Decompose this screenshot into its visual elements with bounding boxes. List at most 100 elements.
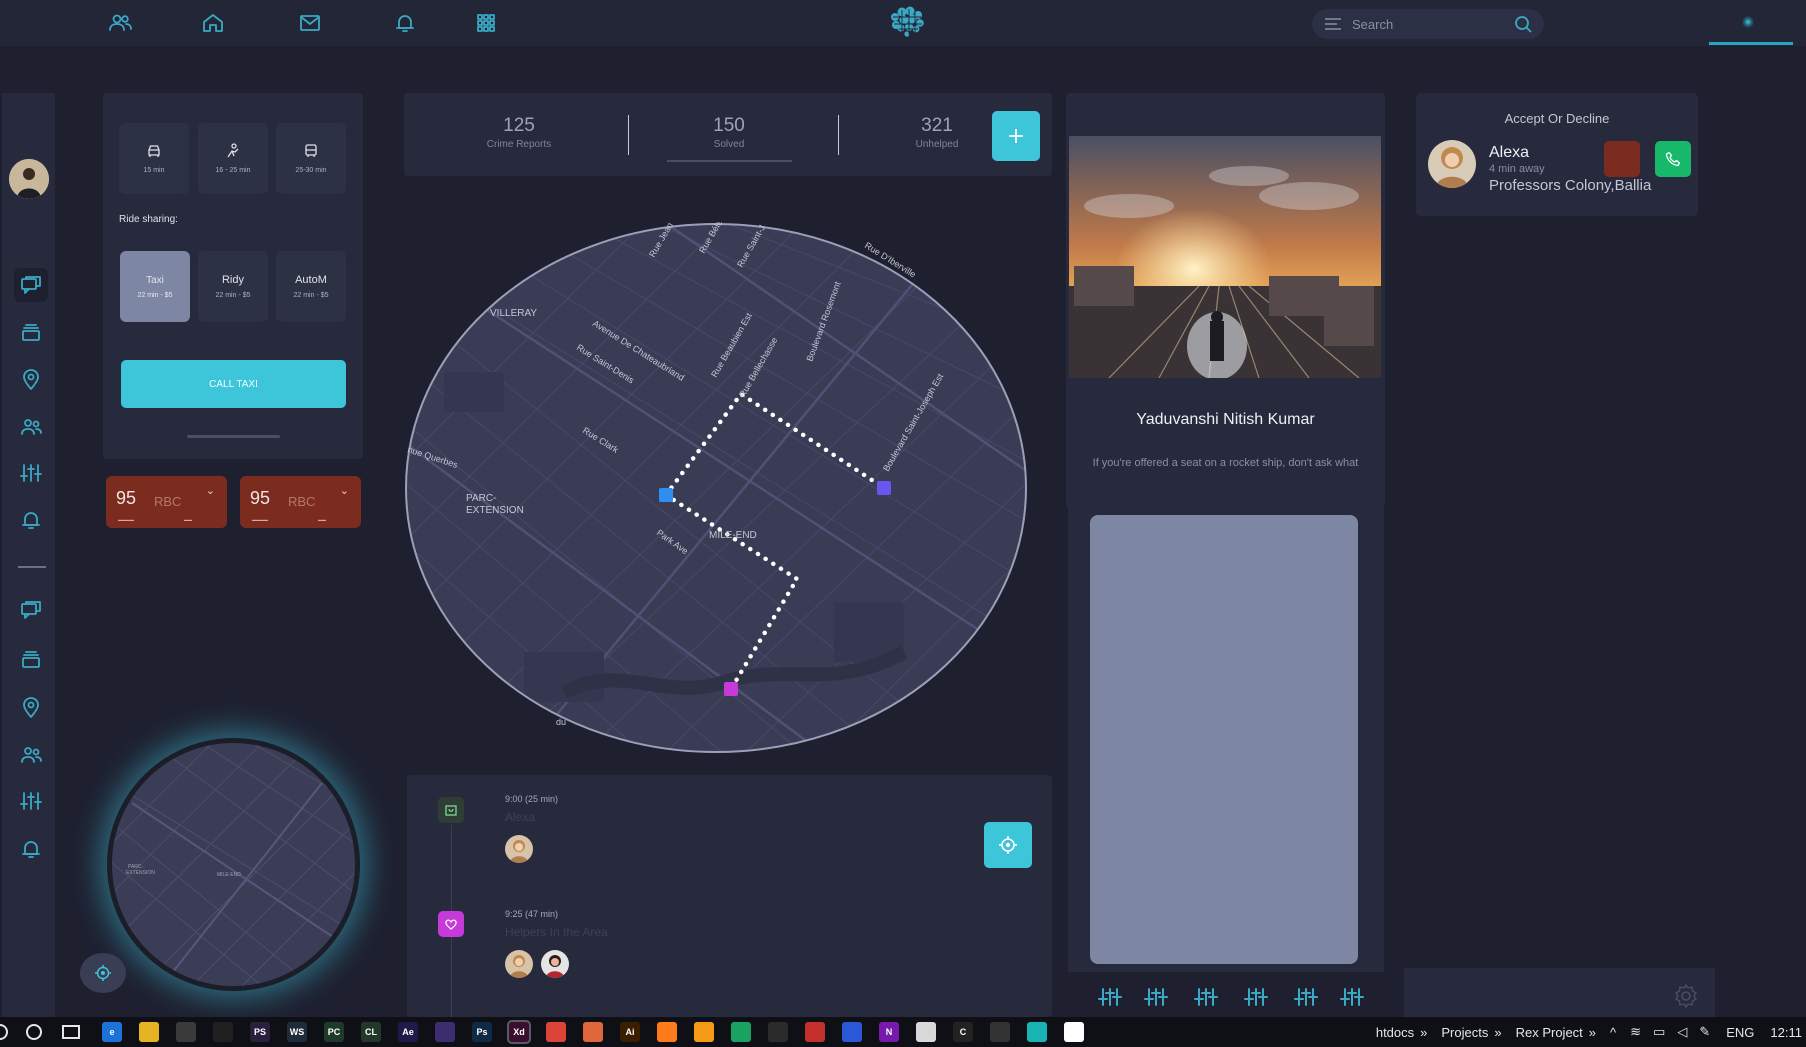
notifications-nav-button[interactable] (392, 11, 418, 35)
battery-icon[interactable]: ▭ (1653, 1024, 1665, 1040)
taskbar-app-icon[interactable] (583, 1022, 603, 1042)
rail-filters-button[interactable] (16, 458, 46, 488)
mini-map[interactable]: PARC- EXTENSION MILE-END (107, 738, 360, 991)
taskbar-app-icon[interactable]: C (953, 1022, 973, 1042)
taskbar-folder-link[interactable]: Projects (1441, 1025, 1488, 1040)
wifi-icon[interactable]: ≋ (1630, 1024, 1641, 1040)
equalizer-icon[interactable] (1244, 988, 1268, 1006)
decline-button[interactable] (1604, 141, 1640, 177)
taskbar-app-icon[interactable] (435, 1022, 455, 1042)
user-avatar[interactable] (9, 159, 49, 199)
stat-solved[interactable]: 150 Solved (654, 115, 804, 150)
apps-nav-button[interactable] (473, 11, 499, 35)
rail-location-button-2[interactable] (16, 693, 46, 723)
volume-icon[interactable]: ◁ (1677, 1024, 1687, 1040)
taskbar-app-icon[interactable]: Xd (507, 1020, 531, 1044)
rail-users-button-2[interactable] (16, 740, 46, 770)
taskbar-app-icon[interactable]: Ae (398, 1022, 418, 1042)
chevron-down-icon[interactable]: ⌄ (206, 484, 215, 497)
pen-icon[interactable]: ✎ (1699, 1024, 1710, 1040)
rail-users-button[interactable] (16, 412, 46, 442)
taskbar-app-icon[interactable]: PS (250, 1022, 270, 1042)
ride-time-bus[interactable]: 25-30 min (276, 123, 346, 194)
taskbar-folder-link[interactable]: htdocs (1376, 1025, 1414, 1040)
accept-call-button[interactable] (1655, 141, 1691, 177)
ride-option-taxi[interactable]: Taxi 22 min - $5 (120, 251, 190, 322)
search-box[interactable]: Search (1312, 9, 1544, 39)
taskbar-app-icon[interactable] (657, 1022, 677, 1042)
rail-chat-button[interactable] (16, 595, 46, 625)
rail-notifications-button[interactable] (16, 505, 46, 535)
helper-avatar[interactable] (541, 950, 569, 978)
taskbar-app-icon[interactable]: e (102, 1022, 122, 1042)
home-nav-button[interactable] (200, 11, 226, 35)
chevron-down-icon[interactable]: ⌄ (340, 484, 349, 497)
ride-option-autom[interactable]: AutoM 22 min - $5 (276, 251, 346, 322)
start-button-icon[interactable] (0, 1024, 8, 1040)
stat-crime-reports[interactable]: 125 Crime Reports (444, 115, 594, 150)
taskbar-app-icon[interactable] (842, 1022, 862, 1042)
ride-sharing-label: Ride sharing: (119, 214, 178, 225)
settings-button[interactable] (1673, 983, 1699, 1009)
rail-stack-button-2[interactable] (16, 644, 46, 674)
rail-location-button[interactable] (16, 365, 46, 395)
chevron-up-icon[interactable]: ^ (1610, 1025, 1616, 1040)
input-language[interactable]: ENG (1726, 1025, 1754, 1040)
taskbar-app-icon[interactable]: Ps (472, 1022, 492, 1042)
taskbar-app-icon[interactable] (546, 1022, 566, 1042)
add-report-button[interactable] (992, 111, 1040, 161)
taskbar-app-icon[interactable]: Ai (620, 1022, 640, 1042)
taskbar-app-icon[interactable] (213, 1022, 233, 1042)
status-dot-icon[interactable] (1742, 16, 1754, 28)
media-placeholder[interactable] (1090, 515, 1358, 964)
taskbar-app-icon[interactable]: PC (324, 1022, 344, 1042)
taskbar-app-icon[interactable] (1027, 1022, 1047, 1042)
taskbar-app-icon[interactable] (916, 1022, 936, 1042)
task-view-icon[interactable] (62, 1025, 80, 1039)
price-card[interactable]: 95 RBC ⌄ ▬▬▬▬ ▬▬ (240, 476, 361, 528)
taskbar-app-icon[interactable] (805, 1022, 825, 1042)
taskbar-app-icon[interactable]: N (879, 1022, 899, 1042)
taskbar-folder-link[interactable]: Rex Project (1516, 1025, 1583, 1040)
mini-map-locate-button[interactable] (80, 953, 126, 993)
rail-notifications-button-2[interactable] (16, 834, 46, 864)
locate-button[interactable] (984, 822, 1032, 868)
system-clock[interactable]: 12:11 (1770, 1025, 1802, 1040)
taskbar-app-icon[interactable]: WS (287, 1022, 307, 1042)
taskbar-app-icon[interactable] (990, 1022, 1010, 1042)
equalizer-icon[interactable] (1294, 988, 1318, 1006)
search-input[interactable]: Search (1352, 17, 1514, 32)
caller-avatar[interactable] (1428, 140, 1476, 188)
search-icon[interactable] (1514, 15, 1532, 33)
ride-time-car[interactable]: 15 min (119, 123, 189, 194)
users-nav-button[interactable] (107, 11, 133, 35)
taskbar-app-icon[interactable] (731, 1022, 751, 1042)
ride-option-ridy[interactable]: Ridy 22 min - $5 (198, 251, 268, 322)
taskbar-app-icon[interactable] (694, 1022, 714, 1042)
rail-chat-button-active[interactable] (14, 268, 48, 302)
equalizer-icon[interactable] (1340, 988, 1364, 1006)
stat-value: 321 (921, 115, 953, 136)
stat-unhelped[interactable]: 321 Unhelped (862, 115, 1012, 150)
taskbar-app-icon[interactable] (1064, 1022, 1084, 1042)
stat-divider (838, 115, 839, 155)
taskbar-app-icon[interactable]: CL (361, 1022, 381, 1042)
cortana-icon[interactable] (26, 1024, 42, 1040)
rail-stack-button[interactable] (16, 317, 46, 347)
taskbar-app-icon[interactable] (176, 1022, 196, 1042)
equalizer-icon[interactable] (1098, 988, 1122, 1006)
route-map[interactable]: VILLERAY PARC- EXTENSION MILE-END Rue Cl… (404, 222, 1028, 754)
ride-panel-scrollbar[interactable] (187, 435, 280, 438)
taskbar-app-icon[interactable] (139, 1022, 159, 1042)
helper-avatar[interactable] (505, 835, 533, 863)
rail-filters-button-2[interactable] (16, 786, 46, 816)
price-card[interactable]: 95 RBC ⌄ ▬▬▬▬ ▬▬ (106, 476, 227, 528)
equalizer-icon[interactable] (1144, 988, 1168, 1006)
mail-nav-button[interactable] (297, 11, 323, 35)
ride-time-hail[interactable]: 16 - 25 min (198, 123, 268, 194)
taskbar-app-icon[interactable] (768, 1022, 788, 1042)
helper-avatar[interactable] (505, 950, 533, 978)
call-taxi-button[interactable]: CALL TAXI (121, 360, 346, 408)
equalizer-icon[interactable] (1194, 988, 1218, 1006)
menu-icon[interactable] (1324, 17, 1342, 31)
